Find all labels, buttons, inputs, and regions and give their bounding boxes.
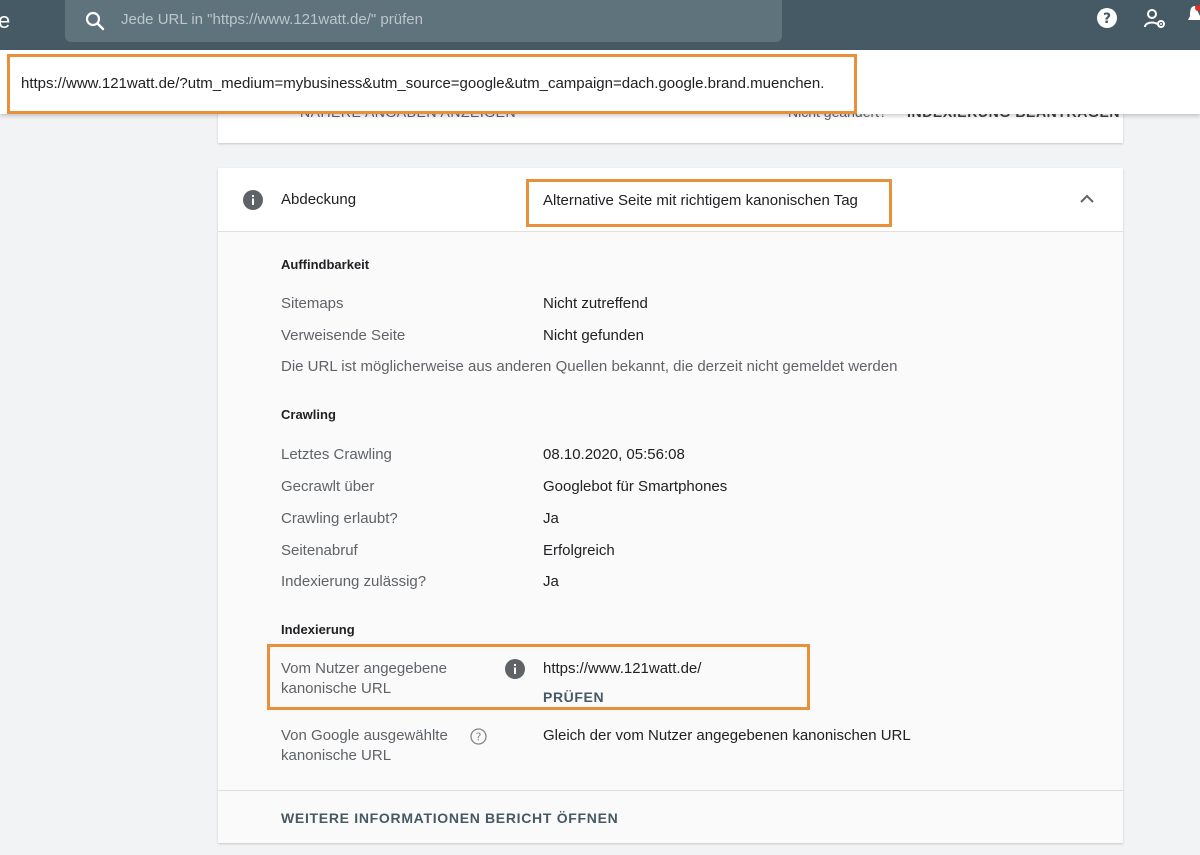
discoverability-note: Die URL ist möglicherweise aus anderen Q… — [281, 358, 898, 375]
inspected-url-banner: https://www.121watt.de/?utm_medium=mybus… — [0, 50, 1200, 114]
google-canonical-label-line1: Von Google ausgewählte — [281, 727, 448, 744]
more-info-button[interactable]: WEITERE INFORMATIONEN — [281, 810, 481, 826]
indexing-title: Indexierung — [281, 622, 355, 637]
coverage-status: Alternative Seite mit richtigem kanonisc… — [543, 192, 858, 209]
info-icon — [243, 190, 263, 210]
last-crawl-label: Letztes Crawling — [281, 446, 392, 463]
coverage-header[interactable]: Abdeckung Alternative Seite mit richtige… — [218, 168, 1123, 232]
inspect-canonical-button[interactable]: PRÜFEN — [543, 689, 604, 705]
search-icon[interactable] — [83, 9, 107, 33]
coverage-card: Abdeckung Alternative Seite mit richtige… — [218, 168, 1123, 843]
search-input[interactable] — [121, 0, 761, 38]
url-inspection-search[interactable] — [65, 0, 782, 42]
page-fetch-value: Erfolgreich — [543, 542, 615, 559]
open-report-button[interactable]: BERICHT ÖFFNEN — [485, 810, 618, 826]
crawled-as-value: Googlebot für Smartphones — [543, 478, 728, 495]
info-icon[interactable] — [505, 659, 525, 679]
indexing-allowed-value: Ja — [543, 573, 559, 590]
top-app-bar: e ? — [0, 0, 1200, 50]
coverage-label: Abdeckung — [281, 191, 357, 208]
users-settings-icon[interactable] — [1143, 7, 1167, 31]
page-fetch-label: Seitenabruf — [281, 542, 358, 559]
coverage-footer: WEITERE INFORMATIONEN BERICHT ÖFFNEN — [218, 790, 1123, 843]
highlight-coverage-status: Alternative Seite mit richtigem kanonisc… — [526, 179, 892, 227]
user-canonical-value: https://www.121watt.de/ — [543, 660, 702, 677]
crawl-allowed-label: Crawling erlaubt? — [281, 510, 398, 527]
user-canonical-label-line2: kanonische URL — [281, 680, 392, 697]
google-canonical-value: Gleich der vom Nutzer angegebenen kanoni… — [543, 727, 911, 744]
crawled-as-label: Gecrawlt über — [281, 478, 375, 495]
referring-page-label: Verweisende Seite — [281, 327, 406, 344]
product-name-fragment: e — [0, 8, 11, 33]
indexing-allowed-label: Indexierung zulässig? — [281, 573, 427, 590]
discoverability-title: Auffindbarkeit — [281, 257, 370, 272]
help-outline-icon[interactable]: ? — [470, 728, 487, 745]
sitemaps-value: Nicht zutreffend — [543, 295, 648, 312]
last-crawl-value: 08.10.2020, 05:56:08 — [543, 446, 685, 463]
google-canonical-label-line2: kanonische URL — [281, 747, 392, 764]
chevron-up-icon[interactable] — [1078, 190, 1096, 208]
crawling-title: Crawling — [281, 407, 336, 422]
inspected-url: https://www.121watt.de/?utm_medium=mybus… — [21, 75, 825, 92]
sitemaps-label: Sitemaps — [281, 295, 344, 312]
crawl-allowed-value: Ja — [543, 510, 559, 527]
bell-icon[interactable] — [1188, 4, 1200, 26]
help-icon[interactable]: ? — [1096, 7, 1118, 29]
svg-text:?: ? — [476, 731, 482, 744]
highlight-inspected-url: https://www.121watt.de/?utm_medium=mybus… — [7, 54, 857, 114]
referring-page-value: Nicht gefunden — [543, 327, 644, 344]
svg-text:?: ? — [1103, 11, 1111, 27]
user-canonical-label-line1: Vom Nutzer angegebene — [281, 660, 447, 677]
